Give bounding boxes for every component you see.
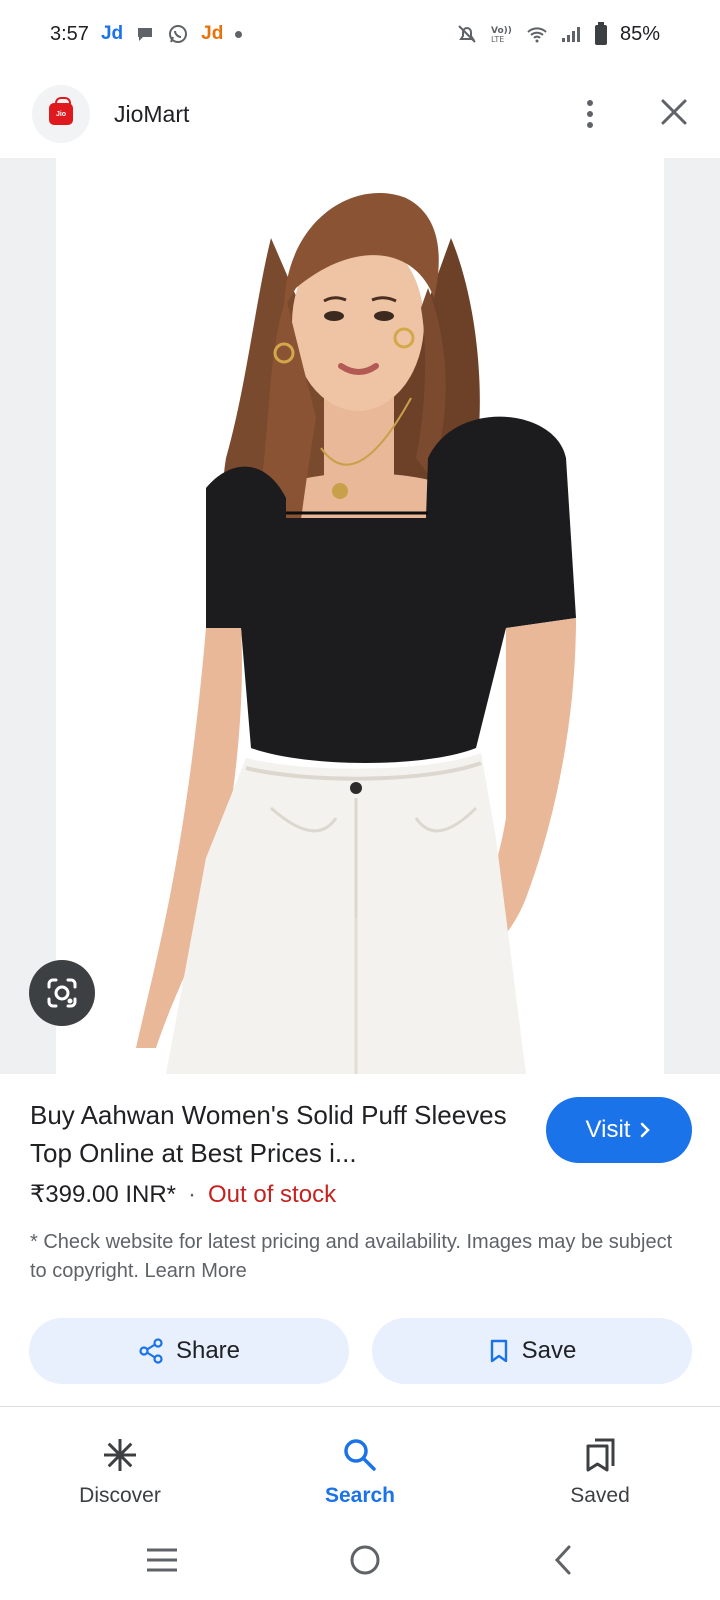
share-icon xyxy=(139,1338,163,1364)
bookmark-icon xyxy=(490,1339,507,1363)
visit-button[interactable]: Visit xyxy=(546,1097,692,1163)
save-button[interactable]: Save xyxy=(372,1318,692,1384)
google-lens-button[interactable] xyxy=(29,960,95,1026)
share-button[interactable]: Share xyxy=(29,1318,349,1384)
close-icon[interactable] xyxy=(660,98,688,131)
image-area xyxy=(0,158,720,1074)
wifi-icon xyxy=(526,24,548,44)
visit-label: Visit xyxy=(585,1116,631,1143)
product-image[interactable] xyxy=(56,158,664,1074)
save-label: Save xyxy=(521,1337,577,1364)
nav-discover[interactable]: Discover xyxy=(0,1418,240,1528)
share-label: Share xyxy=(175,1337,241,1364)
status-time: 3:57 xyxy=(50,22,89,45)
asterisk-icon xyxy=(104,1439,136,1471)
chevron-right-icon xyxy=(641,1122,651,1138)
jd-notification-icon: Jd xyxy=(100,23,124,44)
nav-discover-label: Discover xyxy=(79,1484,161,1507)
status-bar: 3:57 Jd Jd Vo)) LTE 85% xyxy=(0,0,720,68)
volte-icon: Vo)) LTE xyxy=(490,24,514,44)
whatsapp-icon xyxy=(167,23,189,45)
more-notifications-dot xyxy=(235,30,243,38)
jd-notification-icon-2: Jd xyxy=(201,23,224,44)
signal-icon xyxy=(560,24,582,44)
bottom-nav: Discover Search Saved xyxy=(0,1418,720,1528)
back-icon[interactable] xyxy=(551,1543,575,1582)
product-title[interactable]: Buy Aahwan Women's Solid Puff Sleeves To… xyxy=(30,1096,520,1172)
app-header: Jio JioMart xyxy=(0,76,720,152)
header-actions xyxy=(578,94,688,134)
disclaimer-text: * Check website for latest pricing and a… xyxy=(30,1231,673,1282)
status-left: 3:57 Jd Jd xyxy=(50,22,243,46)
more-options-icon[interactable] xyxy=(578,94,602,134)
nav-saved[interactable]: Saved xyxy=(480,1418,720,1528)
price-separator: · xyxy=(188,1180,197,1208)
recent-apps-icon[interactable] xyxy=(145,1547,179,1578)
page-title: JioMart xyxy=(114,100,190,127)
battery-percent: 85% xyxy=(619,22,660,45)
stock-status: Out of stock xyxy=(208,1180,337,1208)
model-illustration xyxy=(136,192,576,1074)
nav-saved-label: Saved xyxy=(570,1484,630,1507)
product-price: ₹399.00 INR* xyxy=(30,1181,177,1208)
nav-search[interactable]: Search xyxy=(240,1418,480,1528)
bookmarks-icon xyxy=(586,1438,615,1472)
chat-bubble-icon xyxy=(135,24,155,44)
system-nav-bar xyxy=(0,1524,720,1600)
home-icon[interactable] xyxy=(348,1543,382,1582)
status-right: Vo)) LTE 85% xyxy=(456,22,660,46)
mute-bell-icon xyxy=(456,23,478,45)
jiomart-bag-icon: Jio xyxy=(49,97,73,125)
jiomart-logo: Jio xyxy=(32,85,90,143)
nav-search-label: Search xyxy=(324,1484,396,1507)
search-icon xyxy=(344,1439,376,1471)
battery-icon xyxy=(594,22,608,46)
logo-text: Jio xyxy=(55,110,67,118)
price-row: ₹399.00 INR* · Out of stock xyxy=(30,1180,336,1209)
lens-icon xyxy=(47,978,77,1008)
svg-text:LTE: LTE xyxy=(491,35,504,44)
divider xyxy=(0,1406,720,1407)
